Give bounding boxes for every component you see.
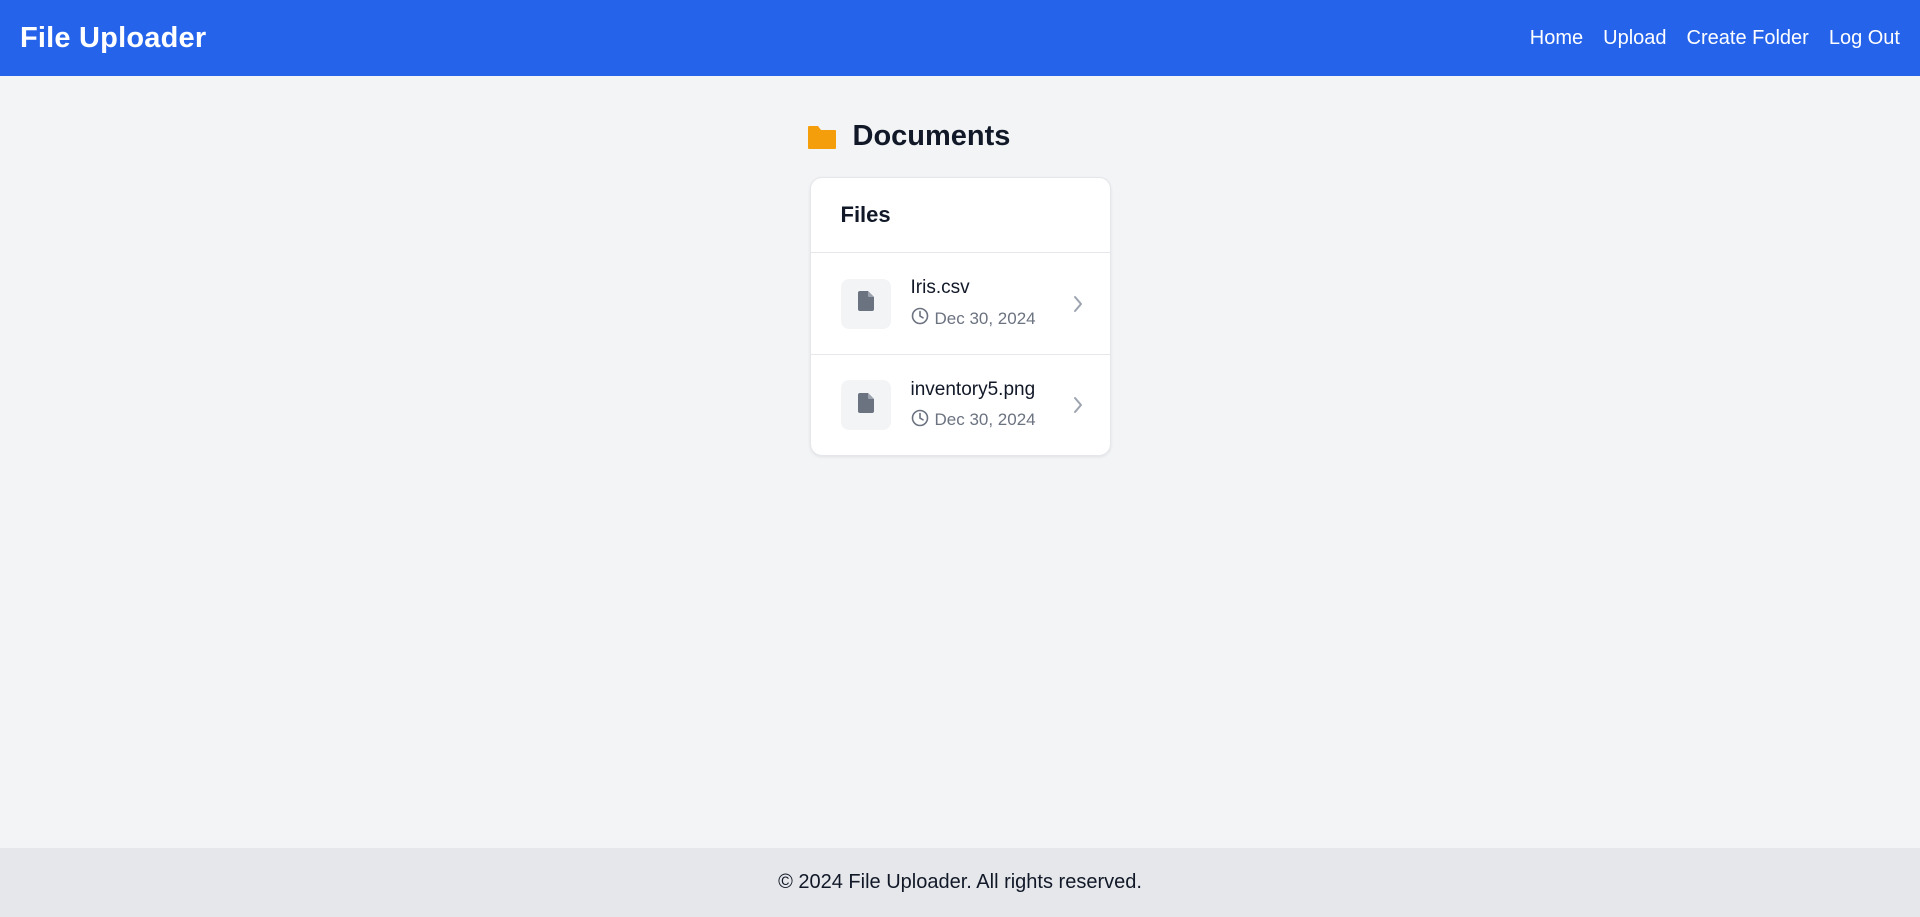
file-row[interactable]: Iris.csv Dec 30, 2024	[811, 253, 1110, 354]
top-navbar: File Uploader Home Upload Create Folder …	[0, 0, 1920, 76]
files-card-header: Files	[810, 178, 1110, 253]
nav-create-folder[interactable]: Create Folder	[1687, 27, 1809, 50]
file-info: Iris.csv Dec 30, 2024	[911, 277, 1072, 330]
file-icon	[857, 392, 874, 418]
page-footer: © 2024 File Uploader. All rights reserve…	[0, 848, 1920, 917]
brand-logo-link[interactable]: File Uploader	[20, 22, 206, 55]
nav-menu: Home Upload Create Folder Log Out	[1530, 27, 1900, 50]
footer-copyright: © 2024 File Uploader. All rights reserve…	[778, 871, 1142, 893]
nav-log-out[interactable]: Log Out	[1829, 27, 1900, 50]
files-card: Files Iris.csv Dec 30, 2024 inventory5.p…	[809, 177, 1111, 456]
files-card-title: Files	[840, 202, 891, 227]
file-date-meta: Dec 30, 2024	[911, 409, 1072, 432]
file-date: Dec 30, 2024	[934, 410, 1036, 429]
file-name: inventory5.png	[910, 378, 1036, 400]
file-icon	[857, 291, 874, 316]
file-thumbnail	[840, 380, 891, 430]
page: File Uploader Home Upload Create Folder …	[0, 0, 1920, 917]
file-date: Dec 30, 2024	[934, 308, 1036, 328]
clock-icon	[911, 409, 929, 432]
chevron-right-icon[interactable]	[1072, 395, 1084, 415]
nav-home[interactable]: Home	[1530, 27, 1583, 50]
file-name: Iris.csv	[910, 277, 970, 298]
file-date-meta: Dec 30, 2024	[911, 307, 1072, 330]
file-info: inventory5.png Dec 30, 2024	[911, 379, 1072, 432]
file-row[interactable]: inventory5.png Dec 30, 2024	[810, 354, 1110, 455]
chevron-right-icon[interactable]	[1072, 294, 1084, 314]
folder-icon	[807, 124, 837, 150]
clock-icon	[911, 307, 929, 330]
nav-upload[interactable]: Upload	[1603, 27, 1666, 50]
file-thumbnail	[840, 278, 891, 329]
folder-header: Documents	[807, 120, 1110, 153]
page-title: Documents	[852, 120, 1011, 152]
main-content: Documents Files Iris.csv Dec 30, 2024 in…	[0, 76, 1920, 848]
